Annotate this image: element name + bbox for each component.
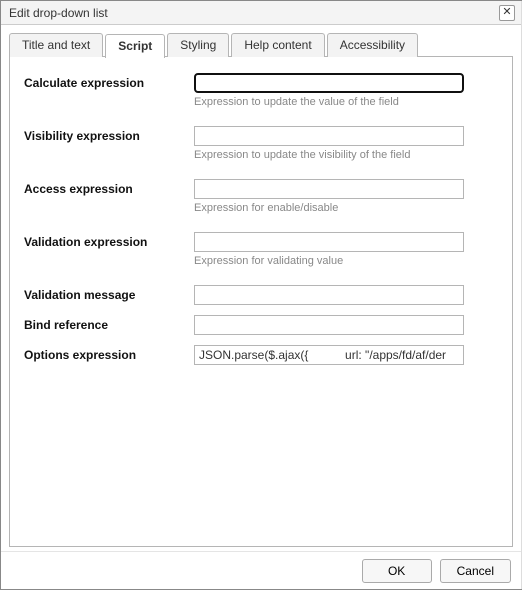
tab-title-and-text[interactable]: Title and text [9,33,103,57]
row-access: Access expression Expression for enable/… [24,179,498,226]
field-bind-reference [194,315,498,335]
close-icon[interactable]: ✕ [499,5,515,21]
label-validation: Validation expression [24,232,194,249]
row-options: Options expression [24,345,498,365]
row-validation: Validation expression Expression for val… [24,232,498,279]
row-calculate: Calculate expression Expression to updat… [24,73,498,120]
field-visibility: Expression to update the visibility of t… [194,126,498,173]
bind-reference-input[interactable] [194,315,464,335]
tab-help-content[interactable]: Help content [231,33,324,57]
label-options: Options expression [24,345,194,362]
access-expression-input[interactable] [194,179,464,199]
hint-validation: Expression for validating value [194,255,498,267]
dialog-body: Title and text Script Styling Help conte… [1,25,521,551]
edit-dropdown-dialog: Edit drop-down list ✕ Title and text Scr… [0,0,522,590]
row-bind-reference: Bind reference [24,315,498,335]
tab-accessibility[interactable]: Accessibility [327,33,418,57]
hint-calculate: Expression to update the value of the fi… [194,96,498,108]
tab-script[interactable]: Script [105,34,165,58]
field-calculate: Expression to update the value of the fi… [194,73,498,120]
label-bind-reference: Bind reference [24,315,194,332]
hint-access: Expression for enable/disable [194,202,498,214]
field-access: Expression for enable/disable [194,179,498,226]
cancel-button[interactable]: Cancel [440,559,511,583]
visibility-expression-input[interactable] [194,126,464,146]
field-options [194,345,498,365]
label-calculate: Calculate expression [24,73,194,90]
dialog-title: Edit drop-down list [9,6,499,20]
ok-button[interactable]: OK [362,559,432,583]
validation-message-input[interactable] [194,285,464,305]
label-visibility: Visibility expression [24,126,194,143]
dialog-footer: OK Cancel [1,551,521,589]
titlebar: Edit drop-down list ✕ [1,1,521,25]
label-access: Access expression [24,179,194,196]
label-validation-message: Validation message [24,285,194,302]
row-validation-message: Validation message [24,285,498,305]
field-validation-message [194,285,498,305]
row-visibility: Visibility expression Expression to upda… [24,126,498,173]
validation-expression-input[interactable] [194,232,464,252]
hint-visibility: Expression to update the visibility of t… [194,149,498,161]
tabstrip: Title and text Script Styling Help conte… [9,33,513,57]
calculate-expression-input[interactable] [194,73,464,93]
script-panel: Calculate expression Expression to updat… [9,56,513,547]
options-expression-input[interactable] [194,345,464,365]
tab-styling[interactable]: Styling [167,33,229,57]
field-validation: Expression for validating value [194,232,498,279]
